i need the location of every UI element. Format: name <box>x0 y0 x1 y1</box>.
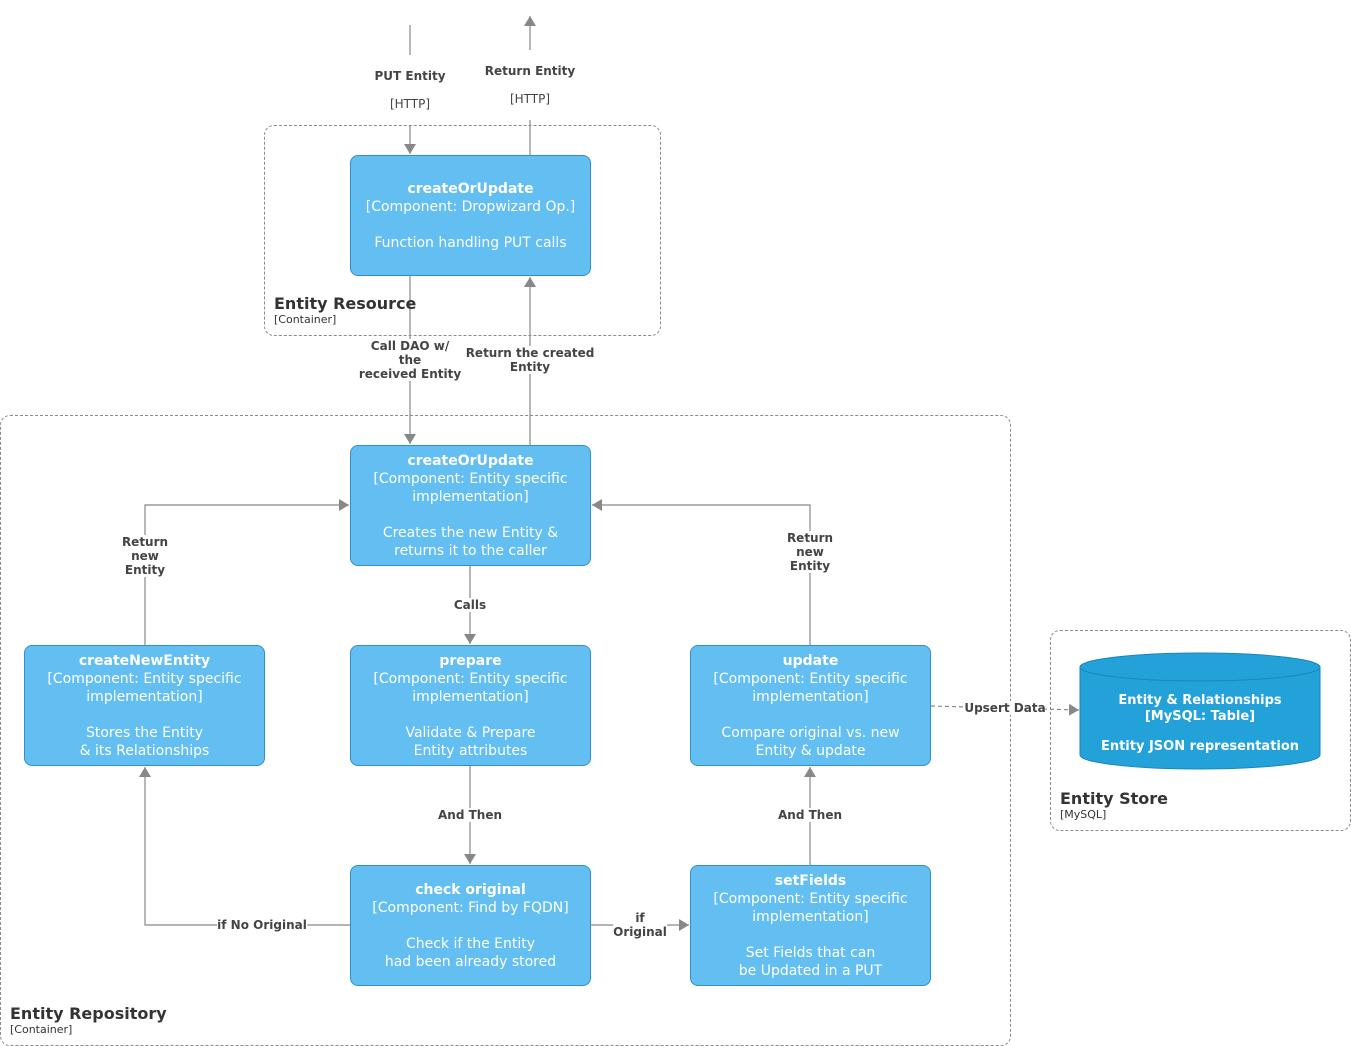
entity-repository-subtitle: [Container] <box>10 1023 73 1036</box>
edge-label-return-new-left: Return new Entity <box>121 535 169 577</box>
database-tech: [MySQL: Table] <box>1144 709 1256 724</box>
edge-label-calls: Calls <box>453 598 487 612</box>
edge-label-return-created: Return the created Entity <box>465 346 595 374</box>
component-tech: [Component: Entity specific implementati… <box>373 470 568 505</box>
prepare-component[interactable]: prepare [Component: Entity specific impl… <box>350 645 591 766</box>
edge-label-text: Return Entity <box>484 64 576 78</box>
component-desc: Set Fields that can be Updated in a PUT <box>738 944 883 979</box>
edge-label-and-then-right: And Then <box>777 808 843 822</box>
entity-store-subtitle: [MySQL] <box>1060 808 1107 821</box>
repo-create-or-update-component[interactable]: createOrUpdate [Component: Entity specif… <box>350 445 591 566</box>
entity-resource-title: Entity Resource <box>274 294 417 313</box>
set-fields-component[interactable]: setFields [Component: Entity specific im… <box>690 865 931 986</box>
component-name: createOrUpdate <box>407 180 534 197</box>
update-component[interactable]: update [Component: Entity specific imple… <box>690 645 931 766</box>
component-tech: [Component: Entity specific implementati… <box>713 890 908 925</box>
database-name: Entity & Relationships <box>1118 693 1282 708</box>
component-desc: Validate & Prepare Entity attributes <box>405 724 536 759</box>
database-desc: Entity JSON representation <box>1100 739 1300 754</box>
component-name: check original <box>415 881 526 898</box>
edge-label-upsert: Upsert Data <box>964 701 1046 715</box>
component-tech: [Component: Entity specific implementati… <box>373 670 568 705</box>
entity-repository-title: Entity Repository <box>10 1004 167 1023</box>
resource-create-or-update-component[interactable]: createOrUpdate [Component: Dropwizard Op… <box>350 155 591 276</box>
edge-label-call-dao: Call DAO w/ the received Entity <box>358 339 462 381</box>
component-tech: [Component: Dropwizard Op.] <box>365 198 576 215</box>
edge-label-and-then-left: And Then <box>437 808 503 822</box>
create-new-entity-component[interactable]: createNewEntity [Component: Entity speci… <box>24 645 265 766</box>
edge-label-text: PUT Entity <box>374 69 446 83</box>
component-name: update <box>782 652 839 669</box>
edge-label-if-original: if Original <box>613 911 667 939</box>
component-name: createNewEntity <box>78 652 211 669</box>
component-name: setFields <box>774 872 847 889</box>
component-tech: [Component: Entity specific implementati… <box>713 670 908 705</box>
component-name: createOrUpdate <box>407 452 534 469</box>
edge-label-tech: [HTTP] <box>509 92 551 106</box>
entity-resource-subtitle: [Container] <box>274 313 337 326</box>
check-original-component[interactable]: check original [Component: Find by FQDN]… <box>350 865 591 986</box>
edge-label-return-entity: Return Entity [HTTP] <box>484 50 576 120</box>
database-label[interactable]: Entity & Relationships [MySQL: Table] En… <box>1080 693 1320 755</box>
component-desc: Stores the Entity & its Relationships <box>79 724 210 759</box>
edge-label-tech: [HTTP] <box>389 97 431 111</box>
component-tech: [Component: Entity specific implementati… <box>47 670 242 705</box>
component-tech: [Component: Find by FQDN] <box>372 899 569 916</box>
component-name: prepare <box>439 652 502 669</box>
component-desc: Check if the Entity had been already sto… <box>384 935 557 970</box>
edge-label-return-new-right: Return new Entity <box>786 531 834 573</box>
component-desc: Function handling PUT calls <box>374 234 567 251</box>
entity-store-title: Entity Store <box>1060 789 1169 808</box>
component-desc: Creates the new Entity & returns it to t… <box>382 524 559 559</box>
edge-label-put-entity: PUT Entity [HTTP] <box>374 55 446 125</box>
component-desc: Compare original vs. new Entity & update <box>721 724 900 759</box>
edge-label-if-no-original: if No Original <box>217 918 307 932</box>
